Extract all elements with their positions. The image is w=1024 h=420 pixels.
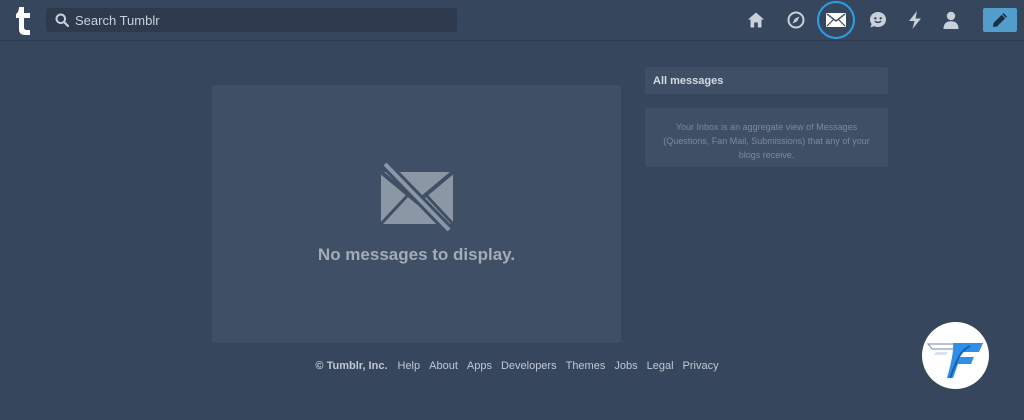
compass-icon	[787, 11, 805, 29]
envelope-crossed-icon	[379, 162, 455, 232]
footer-link-developers[interactable]: Developers	[501, 360, 557, 372]
tumblr-logo-icon[interactable]	[14, 6, 34, 36]
user-icon	[943, 11, 959, 29]
all-messages-header[interactable]: All messages	[645, 67, 888, 94]
nav-account[interactable]	[939, 8, 963, 32]
nav-inbox[interactable]	[824, 8, 848, 32]
search-input[interactable]	[75, 8, 445, 32]
inbox-info-text: Your Inbox is an aggregate view of Messa…	[645, 108, 888, 167]
watermark-logo-icon	[926, 343, 983, 379]
footer-link-about[interactable]: About	[429, 360, 458, 372]
footer-link-jobs[interactable]: Jobs	[614, 360, 637, 372]
top-navigation-bar	[0, 0, 1024, 41]
nav-home[interactable]	[744, 8, 768, 32]
lightning-icon	[909, 11, 921, 29]
home-icon	[748, 12, 764, 28]
search-icon	[55, 13, 69, 27]
footer-link-help[interactable]: Help	[398, 360, 421, 372]
footer-link-apps[interactable]: Apps	[467, 360, 492, 372]
nav-activity[interactable]	[903, 8, 927, 32]
footer-link-legal[interactable]: Legal	[647, 360, 674, 372]
empty-message: No messages to display.	[317, 245, 516, 264]
nav-messaging[interactable]	[866, 8, 890, 32]
footer: © Tumblr, Inc. Help About Apps Developer…	[0, 360, 1024, 372]
pencil-icon	[993, 13, 1007, 27]
footer-link-privacy[interactable]: Privacy	[683, 360, 719, 372]
compose-button[interactable]	[983, 8, 1017, 32]
envelope-icon	[826, 13, 846, 27]
footer-copyright: © Tumblr, Inc.	[315, 360, 388, 372]
watermark-badge	[922, 322, 989, 389]
search-bar[interactable]	[46, 8, 457, 32]
empty-inbox-panel: No messages to display.	[212, 85, 621, 343]
footer-link-themes[interactable]: Themes	[566, 360, 606, 372]
nav-explore[interactable]	[784, 8, 808, 32]
chat-bubble-icon	[870, 12, 886, 28]
